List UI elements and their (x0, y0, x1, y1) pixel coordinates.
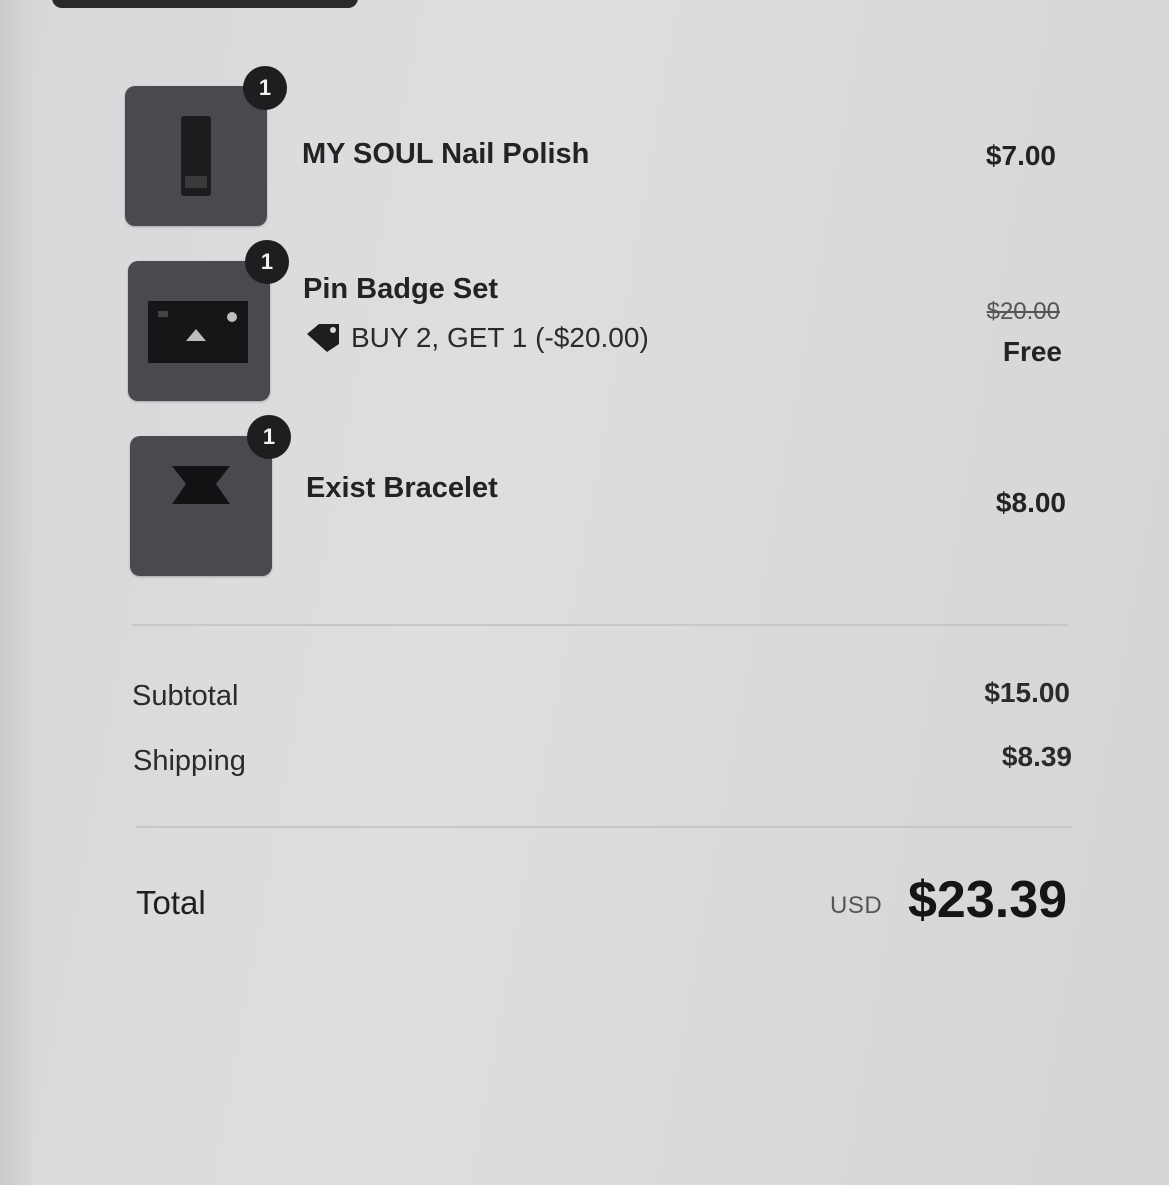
tag-icon (307, 324, 339, 352)
item-name: Exist Bracelet (306, 472, 498, 504)
page-left-edge (0, 0, 31, 1185)
item-name: Pin Badge Set (303, 273, 498, 305)
discount-text: BUY 2, GET 1 (-$20.00) (351, 322, 649, 353)
total-label: Total (136, 884, 206, 921)
subtotal-label: Subtotal (132, 680, 239, 712)
nail-polish-icon (181, 116, 211, 196)
top-bar (52, 0, 358, 8)
item-price: $7.00 (985, 140, 1056, 171)
item-name: MY SOUL Nail Polish (302, 138, 590, 170)
product-thumbnail-bracelet (130, 436, 272, 576)
shipping-value: $8.39 (1001, 741, 1072, 772)
quantity-badge: 1 (245, 240, 289, 284)
subtotal-value: $15.00 (984, 677, 1070, 708)
product-thumbnail-nail-polish (125, 86, 267, 226)
quantity-badge: 1 (243, 66, 287, 110)
pin-badge-icon (148, 301, 248, 363)
item-price: $8.00 (995, 487, 1066, 518)
item-price: Free (1002, 336, 1062, 367)
product-thumbnail-pin-badge (128, 261, 270, 401)
divider (132, 624, 1068, 626)
bracelet-icon (172, 466, 230, 504)
divider (136, 826, 1072, 828)
total-value: $23.39 (908, 871, 1068, 929)
original-price: $20.00 (986, 298, 1060, 325)
quantity-badge: 1 (247, 415, 291, 459)
currency-code: USD (830, 892, 883, 919)
discount-line: BUY 2, GET 1 (-$20.00) (305, 322, 649, 354)
shipping-label: Shipping (133, 745, 246, 777)
